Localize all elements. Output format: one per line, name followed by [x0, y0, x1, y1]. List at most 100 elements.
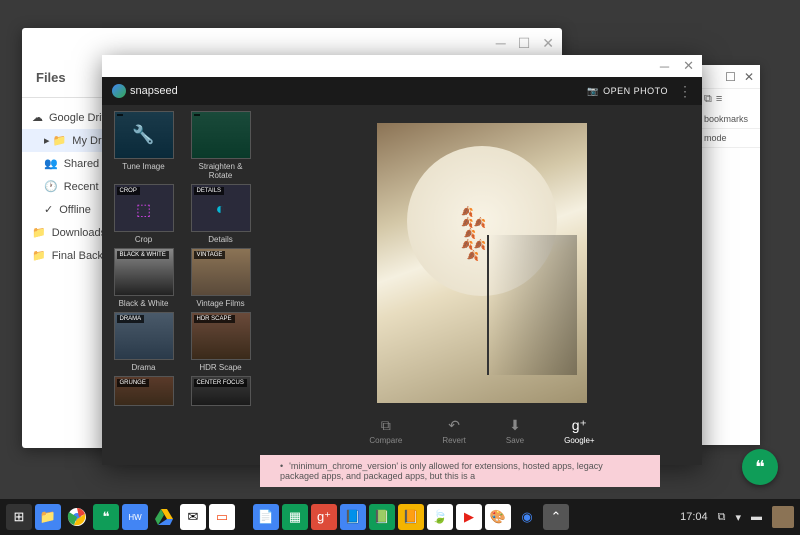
files-title: Files	[36, 70, 66, 85]
tool-tag: DRAMA	[117, 315, 145, 323]
paint-icon[interactable]: 🎨	[485, 504, 511, 530]
brand-label: snapseed	[130, 85, 178, 97]
menu-icon[interactable]: ≡	[716, 93, 722, 106]
teamgantt-icon[interactable]: ▭	[209, 504, 235, 530]
tool-straighten[interactable]: Straighten & Rotate	[187, 111, 254, 180]
hangouts-button[interactable]: ❝	[742, 449, 778, 485]
maximize-icon[interactable]: ☐	[725, 70, 736, 84]
close-icon[interactable]: ✕	[683, 58, 694, 74]
photo-image: 🍂🍂🍂 🍂🍂🍂 🍂	[377, 123, 587, 403]
tool-tag: HDR SCAPE	[194, 315, 235, 323]
action-label: Revert	[442, 436, 466, 445]
gmail-icon[interactable]: ✉	[180, 504, 206, 530]
drive-icon: ☁	[32, 111, 43, 124]
tool-tune-image[interactable]: 🔧Tune Image	[110, 111, 177, 180]
files-icon[interactable]: 📁	[35, 504, 61, 530]
files-titlebar: ─ ☐ ✕	[22, 28, 562, 58]
sheets2-icon[interactable]: 📗	[369, 504, 395, 530]
tool-tag: DETAILS	[194, 187, 225, 195]
youtube-icon[interactable]: ▶	[456, 504, 482, 530]
clock[interactable]: 17:04	[680, 511, 708, 523]
maximize-icon[interactable]: ☐	[518, 35, 531, 52]
tool-tag	[117, 114, 123, 116]
bookmarks-label: bookmarks	[700, 110, 760, 129]
save-button[interactable]: ⬇ Save	[506, 417, 524, 457]
tool-tag: CROP	[117, 187, 140, 195]
tool-tag: BLACK & WHITE	[117, 251, 169, 259]
hangouts-taskbar-icon[interactable]: ❝	[93, 504, 119, 530]
hw-site-icon[interactable]: HW	[122, 504, 148, 530]
minimize-icon[interactable]: ─	[496, 35, 506, 51]
snapseed-header: snapseed 📷 OPEN PHOTO ⋮	[102, 77, 702, 105]
app-launcher-icon[interactable]: ⊞	[6, 504, 32, 530]
open-photo-button[interactable]: 📷 OPEN PHOTO	[587, 86, 668, 97]
avatar[interactable]	[772, 506, 794, 528]
tool-drama[interactable]: DRAMA Drama	[110, 312, 177, 372]
action-label: Save	[506, 436, 524, 445]
snapseed-taskbar-icon[interactable]: 🍃	[427, 504, 453, 530]
snapseed-logo-icon	[112, 84, 126, 98]
action-label: Compare	[369, 436, 402, 445]
tool-details[interactable]: DETAILS◐Details	[187, 184, 254, 244]
sheets-icon[interactable]: ▦	[282, 504, 308, 530]
download-icon: 📁	[32, 226, 46, 239]
compare-button[interactable]: ⧉ Compare	[369, 417, 402, 457]
tool-grunge[interactable]: GRUNGE	[110, 376, 177, 406]
hangouts-icon: ❝	[755, 457, 765, 478]
chrome-titlebar: ☐ ✕	[700, 65, 760, 89]
action-label: Google+	[564, 436, 594, 445]
tool-vintage[interactable]: VINTAGEVintage Films	[187, 248, 254, 308]
tool-hdr[interactable]: HDR SCAPEHDR Scape	[187, 312, 254, 372]
tool-label: Crop	[135, 235, 152, 244]
compare-icon: ⧉	[381, 417, 391, 434]
tool-label: Tune Image	[122, 162, 164, 171]
canvas-area: 🍂🍂🍂 🍂🍂🍂 🍂 ⧉ Compare ↶ Revert ⬇ Save g⁺ Googl…	[262, 105, 702, 465]
action-bar: ⧉ Compare ↶ Revert ⬇ Save g⁺ Google+	[262, 413, 702, 457]
error-text: 'minimum_chrome_version' is only allowed…	[280, 461, 603, 481]
tool-tag	[194, 114, 200, 116]
download-icon: ⬇	[509, 417, 521, 434]
tool-tag: GRUNGE	[117, 379, 149, 387]
devices-icon[interactable]: ⧉	[704, 93, 712, 106]
cast-icon[interactable]: ⧉	[718, 511, 726, 524]
photo-preview[interactable]: 🍂🍂🍂 🍂🍂🍂 🍂	[262, 113, 702, 413]
chrome-icon[interactable]	[64, 504, 90, 530]
shared-icon: 👥	[44, 157, 58, 170]
tool-label: Black & White	[119, 299, 169, 308]
tool-label: Drama	[131, 363, 155, 372]
google-plus-icon: g⁺	[572, 417, 587, 434]
more-icon[interactable]: ⋮	[678, 83, 692, 100]
tool-crop[interactable]: CROP⬚Crop	[110, 184, 177, 244]
close-icon[interactable]: ✕	[744, 70, 754, 84]
tools-panel: 🔧Tune Image Straighten & Rotate CROP⬚Cro…	[102, 105, 262, 465]
open-photo-label: OPEN PHOTO	[603, 86, 668, 96]
tool-tag: VINTAGE	[194, 251, 226, 259]
remote-icon[interactable]: ◉	[514, 504, 540, 530]
sidebar-item-label: Offline	[59, 204, 91, 216]
undo-icon: ↶	[448, 417, 460, 434]
folder-icon: 📁	[32, 249, 46, 262]
tool-label: Details	[208, 235, 232, 244]
tool-bw[interactable]: BLACK & WHITE Black & White	[110, 248, 177, 308]
drive-taskbar-icon[interactable]	[151, 504, 177, 530]
camera-icon: 📷	[587, 86, 599, 97]
battery-icon[interactable]: ▬	[751, 511, 762, 523]
wifi-icon[interactable]: ▾	[735, 511, 741, 524]
google-plus-button[interactable]: g⁺ Google+	[564, 417, 594, 457]
folder-icon: ▸ 📁	[44, 134, 66, 147]
tool-tag: CENTER FOCUS	[194, 379, 247, 387]
docs-icon[interactable]: 📄	[253, 504, 279, 530]
snapseed-logo: snapseed	[112, 84, 178, 98]
docs2-icon[interactable]: 📘	[340, 504, 366, 530]
chevron-up-icon[interactable]: ⌃	[543, 504, 569, 530]
google-plus-taskbar-icon[interactable]: g⁺	[311, 504, 337, 530]
close-icon[interactable]: ✕	[542, 35, 554, 52]
sidebar-item-label: Recent	[64, 181, 99, 193]
tool-center-focus[interactable]: CENTER FOCUS	[187, 376, 254, 406]
slides-icon[interactable]: 📙	[398, 504, 424, 530]
chrome-window: ☐ ✕ ⧉ ≡ bookmarks mode	[700, 65, 760, 445]
revert-button[interactable]: ↶ Revert	[442, 417, 466, 457]
mode-label: mode	[700, 129, 760, 148]
minimize-icon[interactable]: ─	[660, 59, 669, 74]
taskbar: ⊞ 📁 ❝ HW ✉ ▭ 📄 ▦ g⁺ 📘 📗 📙 🍃 ▶ 🎨 ◉ ⌃ 17:0…	[0, 499, 800, 535]
